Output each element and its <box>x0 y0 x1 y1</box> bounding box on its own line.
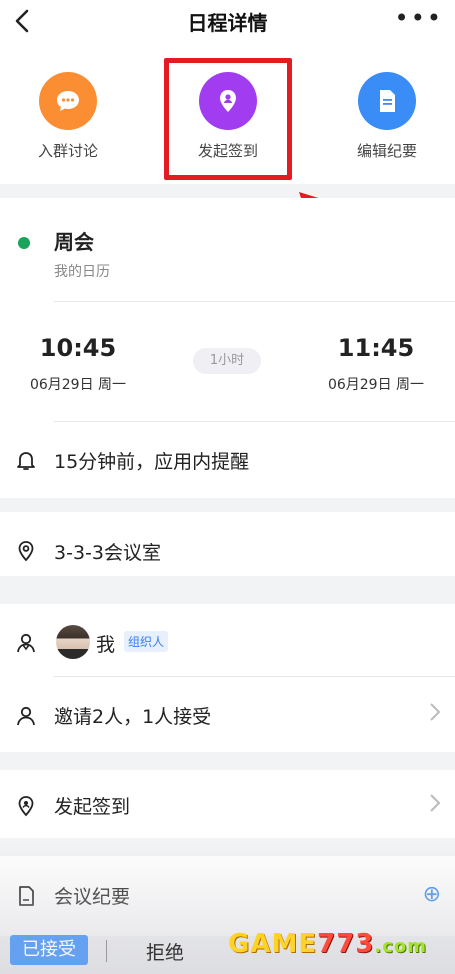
chevron-right-icon[interactable] <box>429 792 441 820</box>
document-outline-icon <box>14 884 38 908</box>
divider <box>54 421 455 422</box>
more-options-icon[interactable]: ••• <box>395 4 443 32</box>
end-time: 11:45 <box>337 334 415 362</box>
start-date: 06月29日 周一 <box>29 377 127 393</box>
watermark-logo: GAME773.com <box>228 929 427 959</box>
edit-minutes-label: 编辑纪要 <box>356 142 417 160</box>
minutes-label: 会议纪要 <box>54 886 131 908</box>
add-minutes-icon[interactable]: ⊕ <box>423 882 441 907</box>
divider <box>54 301 455 302</box>
organizer-badge: 组织人 <box>124 631 169 652</box>
invite-summary[interactable]: 邀请2人，1人接受 <box>54 702 211 729</box>
chat-bubble-icon <box>39 72 97 130</box>
end-date: 06月29日 周一 <box>327 377 425 393</box>
watermark-part: .com <box>374 936 428 957</box>
reminder-text[interactable]: 15分钟前，应用内提醒 <box>54 447 249 474</box>
document-icon <box>358 72 416 130</box>
location-pin-icon <box>14 539 38 563</box>
bell-icon <box>14 448 38 472</box>
checkin-location-icon <box>14 794 38 818</box>
avatar[interactable] <box>56 625 90 659</box>
group-discussion-button[interactable]: 入群讨论 <box>8 72 128 161</box>
calendar-name: 我的日历 <box>54 264 110 280</box>
edit-minutes-button[interactable]: 编辑纪要 <box>327 72 447 161</box>
chevron-right-icon[interactable] <box>429 701 441 729</box>
location-text[interactable]: 3-3-3会议室 <box>54 538 161 565</box>
event-title: 周会 <box>54 230 94 254</box>
reject-button[interactable]: 拒绝 <box>146 938 184 965</box>
divider <box>54 676 455 677</box>
page-title: 日程详情 <box>187 11 268 35</box>
group-discussion-label: 入群讨论 <box>37 142 98 160</box>
watermark-part: GAME <box>228 929 318 959</box>
duration-badge: 1小时 <box>193 348 261 374</box>
accepted-button[interactable]: 已接受 <box>10 935 88 965</box>
top-navigation-bar: 日程详情 ••• <box>0 0 455 44</box>
divider <box>106 940 107 962</box>
person-icon <box>14 704 38 728</box>
calendar-color-dot <box>18 237 30 249</box>
organizer-icon <box>14 631 38 655</box>
checkin-label[interactable]: 发起签到 <box>54 792 130 819</box>
organizer-name: 我 <box>96 634 116 656</box>
highlight-box-annotation <box>164 58 292 180</box>
watermark-part: 773 <box>317 929 375 959</box>
start-time: 10:45 <box>39 334 117 362</box>
